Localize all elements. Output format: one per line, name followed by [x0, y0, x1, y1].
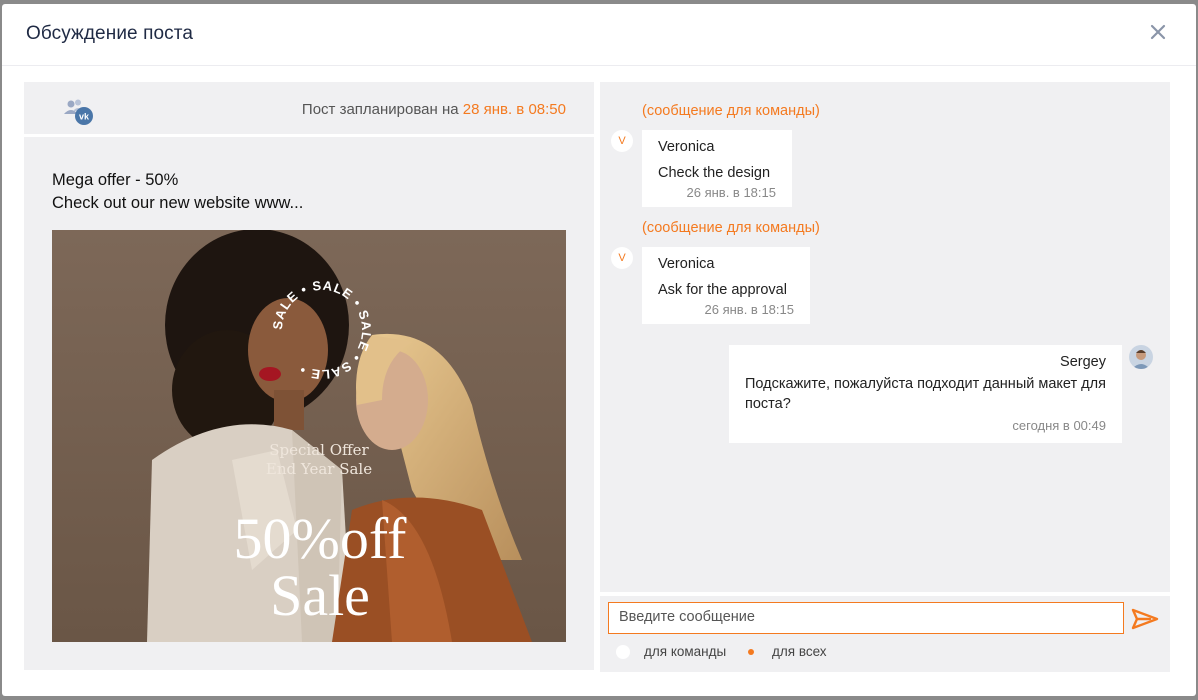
- chat-message: Sergey Подскажите, пожалуйста подходит д…: [729, 345, 1122, 443]
- message-author: Veronica: [658, 139, 715, 155]
- post-text: Mega offer - 50% Check out our new websi…: [52, 169, 303, 215]
- chat-message: Veronica Check the design 26 янв. в 18:1…: [642, 130, 792, 207]
- avatar: V: [611, 130, 633, 152]
- post-text-line-2: Check out our new website www...: [52, 194, 304, 212]
- post-preview-panel: vk Пост запланирован на 28 янв. в 08:50 …: [24, 82, 594, 670]
- close-button[interactable]: [1148, 22, 1168, 42]
- message-time: сегодня в 00:49: [1012, 418, 1106, 433]
- close-icon: [1150, 24, 1166, 40]
- message-body: Check the design: [658, 165, 771, 181]
- chat-panel: (сообщение для команды) V Veronica Check…: [600, 82, 1170, 592]
- schedule-prefix: Пост запланирован на: [301, 101, 459, 118]
- message-body: Подскажите, пожалуйста подходит данный м…: [745, 376, 1106, 412]
- modal-title: Обсуждение поста: [26, 23, 193, 44]
- image-headline-2: Sale: [270, 563, 370, 628]
- message-body: Ask for the approval: [658, 282, 787, 298]
- schedule-info: Пост запланирован на 28 янв. в 08:50: [302, 101, 566, 118]
- post-image[interactable]: SALE • SALE • SALE • SALE • Special Offe…: [52, 230, 566, 642]
- message-author: Sergey: [1060, 354, 1106, 370]
- post-text-line-1: Mega offer - 50%: [52, 171, 179, 189]
- post-header: vk Пост запланирован на 28 янв. в 08:50: [24, 82, 594, 137]
- avatar: V: [611, 247, 633, 269]
- send-icon: [1131, 608, 1159, 630]
- send-button[interactable]: [1130, 606, 1160, 632]
- message-time: 26 янв. в 18:15: [704, 302, 794, 317]
- team-message-label: (сообщение для команды): [642, 220, 820, 236]
- avatar: [1129, 345, 1153, 369]
- image-headline-1: 50%off: [234, 506, 408, 571]
- radio-for-team[interactable]: для команды: [616, 644, 726, 659]
- team-message-label: (сообщение для команды): [642, 103, 820, 119]
- image-subtitle-2: End Year Sale: [266, 460, 372, 478]
- radio-dot[interactable]: [616, 644, 630, 659]
- message-input[interactable]: [608, 602, 1124, 634]
- radio-for-all[interactable]: для всех: [744, 644, 827, 659]
- vk-users-icon: vk: [59, 96, 99, 126]
- modal-header: Обсуждение поста: [2, 4, 1196, 66]
- radio-dot-checked[interactable]: [744, 645, 758, 659]
- svg-text:vk: vk: [79, 112, 90, 122]
- radio-label: для команды: [644, 644, 727, 659]
- message-author: Veronica: [658, 256, 715, 272]
- message-time: 26 янв. в 18:15: [686, 185, 776, 200]
- image-subtitle-1: Special Offer: [269, 441, 369, 459]
- schedule-date[interactable]: 28 янв. в 08:50: [463, 101, 566, 118]
- message-composer: для команды для всех: [600, 596, 1170, 672]
- chat-message: Veronica Ask for the approval 26 янв. в …: [642, 247, 810, 324]
- radio-label: для всех: [772, 644, 827, 659]
